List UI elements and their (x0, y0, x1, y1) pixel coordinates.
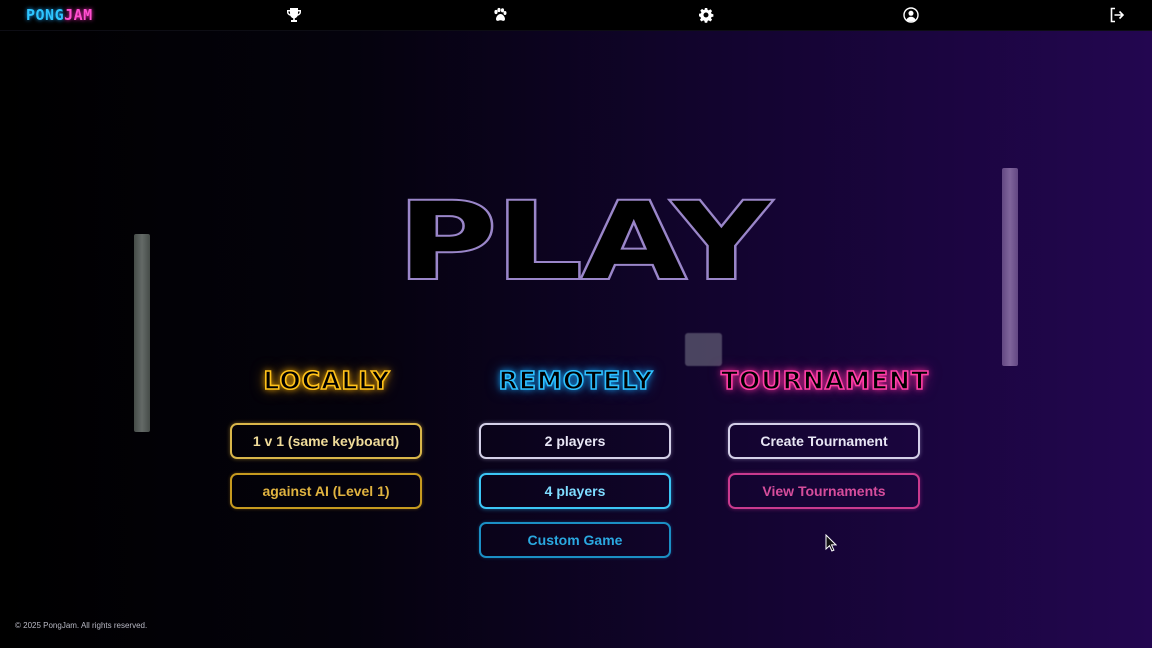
play-title-text: PLAY (398, 180, 772, 303)
gear-icon[interactable] (697, 6, 715, 24)
remote-custom-game-button[interactable]: Custom Game (479, 522, 671, 558)
user-icon[interactable] (902, 6, 920, 24)
top-navigation-bar: PONGJAM (0, 0, 1152, 31)
logo-text-jam: JAM (64, 6, 93, 24)
tournament-heading: TOURNAMENT (720, 365, 930, 396)
local-vs-ai-button[interactable]: against AI (Level 1) (230, 473, 422, 509)
right-paddle (1002, 168, 1018, 366)
footer-copyright: © 2025 PongJam. All rights reserved. (15, 621, 148, 630)
locally-heading: LOCALLY (263, 365, 391, 396)
pong-ball (685, 333, 722, 366)
trophy-icon[interactable] (285, 6, 303, 24)
local-1v1-button[interactable]: 1 v 1 (same keyboard) (230, 423, 422, 459)
remotely-heading: REMOTELY (498, 365, 654, 396)
left-paddle (134, 234, 150, 432)
play-title: PLAY (386, 178, 782, 305)
mouse-cursor-icon (825, 533, 838, 552)
logout-icon[interactable] (1108, 6, 1126, 24)
logo-text-pong: PONG (26, 6, 65, 24)
view-tournaments-button[interactable]: View Tournaments (728, 473, 920, 509)
remote-4-players-button[interactable]: 4 players (479, 473, 671, 509)
app-logo[interactable]: PONGJAM (26, 6, 93, 24)
paw-icon[interactable] (491, 6, 509, 24)
create-tournament-button[interactable]: Create Tournament (728, 423, 920, 459)
remote-2-players-button[interactable]: 2 players (479, 423, 671, 459)
